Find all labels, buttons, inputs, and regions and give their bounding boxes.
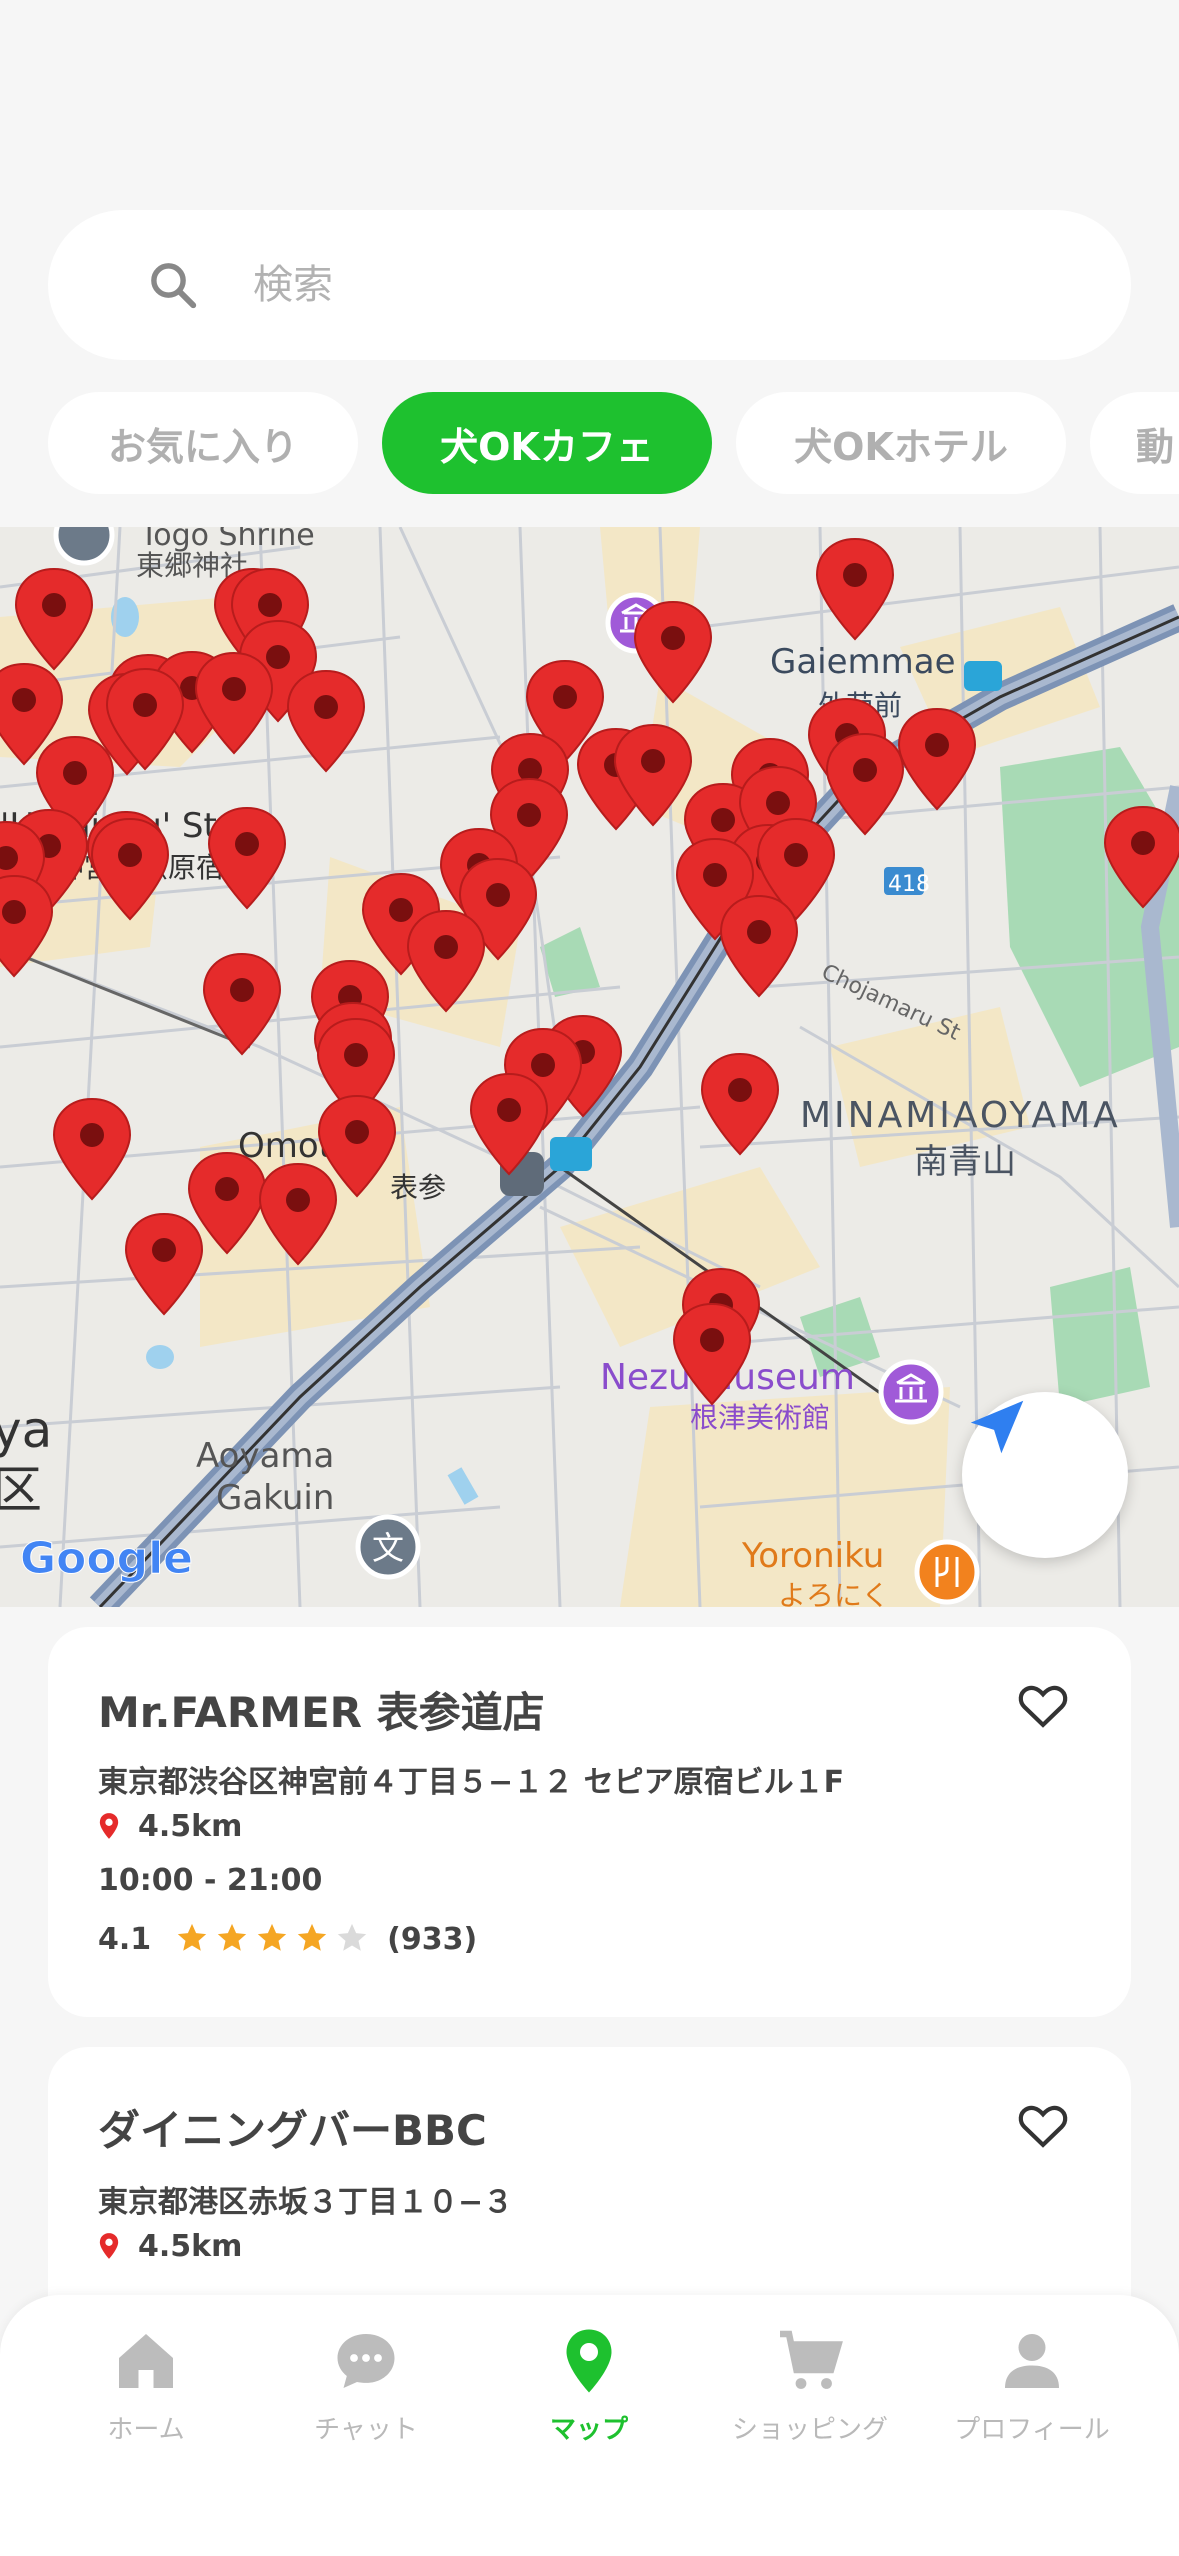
place-hours: 10:00 - 21:00 [98, 1863, 323, 1898]
map-pin[interactable] [815, 537, 895, 641]
map-pin[interactable] [202, 952, 282, 1056]
label-yoroniku: Yoroniku [741, 1536, 884, 1576]
rating-value: 4.1 [98, 1922, 152, 1957]
star-filled-icon [217, 1923, 247, 1951]
chip-dog-hotel[interactable]: 犬OKホテル [736, 392, 1066, 494]
star-filled-icon [257, 1923, 287, 1951]
map-view[interactable]: 文 Gaiemmae 外苑前 'Harajuku' Sta. 明治神宮前〈原宿〉… [0, 527, 1179, 1607]
google-logo: Google [20, 1533, 193, 1584]
shrine-icon[interactable] [53, 527, 115, 566]
tab-chat[interactable]: チャット [256, 2325, 476, 2465]
place-distance-row: 4.5km [98, 1809, 242, 1844]
place-rating-row: 4.1 (933) [98, 1921, 477, 1957]
result-card[interactable]: Mr.FARMER 表参道店 東京都渋谷区神宮前４丁目５−１２ セピア原宿ビル１… [48, 1627, 1131, 2017]
label-omote-ja: 表参 [390, 1171, 446, 1204]
tab-label: チャット [314, 2415, 418, 2445]
label-left-b: 区 [0, 1461, 42, 1519]
tab-home[interactable]: ホーム [36, 2325, 256, 2465]
school-icon[interactable]: 文 [355, 1514, 421, 1580]
heart-icon[interactable] [1015, 2097, 1071, 2153]
label-gaiemmae: Gaiemmae [770, 642, 956, 682]
profile-icon [1005, 2334, 1059, 2388]
map-pin-icon [566, 2329, 612, 2393]
heart-icon[interactable] [1015, 1677, 1071, 1733]
locate-me-button[interactable] [962, 1392, 1128, 1558]
map-pin[interactable] [719, 894, 799, 998]
chip-more[interactable]: 動 [1090, 392, 1179, 494]
location-pin-icon [99, 1813, 119, 1839]
map-pin[interactable] [52, 1097, 132, 1201]
cart-icon [780, 2330, 843, 2389]
location-pin-icon [99, 2233, 119, 2259]
search-bar[interactable] [48, 210, 1131, 360]
label-minamiaoyama: MINAMIAOYAMA [800, 1095, 1121, 1136]
place-address: 東京都渋谷区神宮前４丁目５−１２ セピア原宿ビル１F [98, 1765, 845, 1800]
chip-dog-cafe[interactable]: 犬OKカフェ [382, 392, 712, 494]
chat-icon [337, 2334, 395, 2388]
map-pin[interactable] [124, 1212, 204, 1316]
place-name: ダイニングバーBBC [98, 2106, 487, 2155]
place-distance: 4.5km [138, 2229, 243, 2264]
category-chips: お気に入り 犬OKカフェ 犬OKホテル 動 [0, 392, 1179, 496]
restaurant-icon[interactable] [914, 1539, 980, 1605]
place-name: Mr.FARMER 表参道店 [98, 1688, 545, 1737]
label-route: 418 [888, 872, 930, 897]
search-input[interactable] [253, 250, 1053, 320]
review-count: (933) [387, 1922, 478, 1957]
chip-favorites[interactable]: お気に入り [48, 392, 358, 494]
svg-text:文: 文 [372, 1529, 404, 1567]
tab-shopping[interactable]: ショッピング [700, 2325, 920, 2465]
star-filled-icon [297, 1923, 327, 1951]
home-icon [119, 2334, 173, 2388]
label-yoroniku-ja: よろにく [778, 1579, 889, 1607]
search-icon [151, 263, 197, 309]
label-left-a: ya [0, 1401, 52, 1459]
map-pin[interactable] [700, 1052, 780, 1156]
map-pin[interactable] [633, 600, 713, 704]
star-empty-icon [337, 1923, 367, 1951]
label-gakuin: Gakuin [216, 1478, 334, 1518]
rating-stars [175, 1921, 369, 1955]
tab-map[interactable]: マップ [479, 2325, 699, 2465]
tab-label: ショッピング [731, 2415, 888, 2445]
place-distance: 4.5km [138, 1809, 243, 1844]
bottom-tab-bar: ホーム チャット マップ ショッピング プロフィール [0, 2295, 1179, 2556]
tab-label: プロフィール [954, 2415, 1110, 2445]
place-address: 東京都港区赤坂３丁目１０−３ [98, 2185, 514, 2220]
navigation-arrow-icon [970, 1400, 1024, 1454]
label-aoyama: Aoyama [196, 1436, 334, 1476]
label-minamiaoyama-ja: 南青山 [914, 1142, 1016, 1182]
tab-label: ホーム [107, 2415, 185, 2445]
label-museum-ja: 根津美術館 [690, 1401, 830, 1434]
museum-icon[interactable] [878, 1359, 944, 1425]
star-filled-icon [177, 1923, 207, 1951]
place-distance-row: 4.5km [98, 2229, 242, 2264]
tab-profile[interactable]: プロフィール [922, 2325, 1142, 2465]
tab-label: マップ [549, 2415, 628, 2445]
